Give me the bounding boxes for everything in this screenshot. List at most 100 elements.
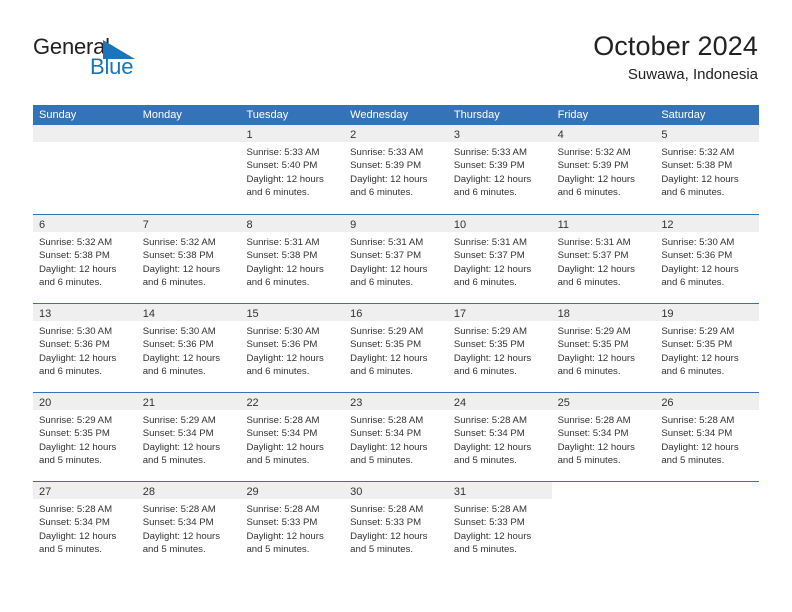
day-details: Sunrise: 5:28 AM Sunset: 5:33 PM Dayligh… — [344, 499, 448, 556]
day-number: 26 — [661, 397, 674, 409]
sunset-line: Sunset: 5:40 PM — [246, 160, 318, 172]
day-number: 24 — [453, 397, 467, 409]
day-number: 10 — [453, 219, 467, 231]
day-cell[interactable]: 19 Sunrise: 5:29 AM Sunset: 5:35 PM Dayl… — [655, 304, 760, 392]
sunrise-line: Sunrise: 5:31 AM — [557, 237, 631, 248]
sunrise-line: Sunrise: 5:30 AM — [39, 326, 113, 337]
daylight-line-1: Daylight: 12 hours — [661, 263, 739, 275]
day-cell[interactable]: 23 Sunrise: 5:28 AM Sunset: 5:34 PM Dayl… — [344, 393, 448, 481]
day-cell[interactable]: 4 Sunrise: 5:32 AM Sunset: 5:39 PM Dayli… — [551, 125, 656, 214]
title-block: October 2024 Suwawa, Indonesia — [593, 30, 758, 84]
sunset-line: Sunset: 5:39 PM — [557, 160, 629, 172]
sunrise-line: Sunrise: 5:28 AM — [557, 415, 631, 426]
day-number-band: 29 — [240, 482, 345, 499]
day-number-band: 23 — [344, 393, 448, 410]
day-cell[interactable]: 7 Sunrise: 5:32 AM Sunset: 5:38 PM Dayli… — [136, 215, 241, 303]
daylight-line-2: and 6 minutes. — [661, 276, 725, 288]
day-cell[interactable]: 11 Sunrise: 5:31 AM Sunset: 5:37 PM Dayl… — [551, 215, 656, 303]
day-number-band: 28 — [136, 482, 241, 499]
day-details: Sunrise: 5:28 AM Sunset: 5:34 PM Dayligh… — [137, 499, 241, 556]
daylight-line-1: Daylight: 12 hours — [350, 173, 428, 185]
day-cell[interactable]: 5 Sunrise: 5:32 AM Sunset: 5:38 PM Dayli… — [655, 125, 760, 214]
week-row: 13 Sunrise: 5:30 AM Sunset: 5:36 PM Dayl… — [33, 303, 760, 392]
day-cell[interactable]: 28 Sunrise: 5:28 AM Sunset: 5:34 PM Dayl… — [136, 482, 241, 570]
day-number-band: 20 — [33, 393, 137, 410]
day-cell[interactable] — [33, 125, 137, 214]
sunset-line: Sunset: 5:34 PM — [142, 428, 214, 440]
day-details: Sunrise: 5:31 AM Sunset: 5:37 PM Dayligh… — [552, 232, 656, 289]
day-details: Sunrise: 5:31 AM Sunset: 5:37 PM Dayligh… — [344, 232, 448, 289]
weekday-header-monday: Monday — [142, 109, 182, 121]
day-cell[interactable]: 27 Sunrise: 5:28 AM Sunset: 5:34 PM Dayl… — [33, 482, 137, 570]
day-cell[interactable]: 6 Sunrise: 5:32 AM Sunset: 5:38 PM Dayli… — [33, 215, 137, 303]
day-details: Sunrise: 5:30 AM Sunset: 5:36 PM Dayligh… — [655, 232, 759, 289]
daylight-line-1: Daylight: 12 hours — [350, 530, 428, 542]
daylight-line-1: Daylight: 12 hours — [661, 173, 739, 185]
day-details: Sunrise: 5:32 AM Sunset: 5:38 PM Dayligh… — [137, 232, 241, 289]
day-details: Sunrise: 5:28 AM Sunset: 5:34 PM Dayligh… — [344, 410, 448, 467]
daylight-line-1: Daylight: 12 hours — [39, 441, 117, 453]
day-cell[interactable] — [136, 125, 241, 214]
daylight-line-2: and 6 minutes. — [246, 186, 310, 198]
day-number: 23 — [350, 397, 363, 409]
day-cell[interactable]: 10 Sunrise: 5:31 AM Sunset: 5:37 PM Dayl… — [447, 215, 552, 303]
sunrise-line: Sunrise: 5:28 AM — [142, 504, 216, 515]
day-number-band — [33, 125, 137, 142]
day-number: 1 — [246, 129, 253, 141]
day-cell[interactable]: 22 Sunrise: 5:28 AM Sunset: 5:34 PM Dayl… — [240, 393, 345, 481]
day-details: Sunrise: 5:33 AM Sunset: 5:40 PM Dayligh… — [240, 142, 344, 199]
sunrise-line: Sunrise: 5:33 AM — [453, 147, 527, 158]
day-cell[interactable]: 12 Sunrise: 5:30 AM Sunset: 5:36 PM Dayl… — [655, 215, 760, 303]
day-cell[interactable] — [655, 482, 760, 570]
day-number: 18 — [557, 308, 570, 320]
sunrise-line: Sunrise: 5:28 AM — [350, 415, 424, 426]
daylight-line-2: and 6 minutes. — [142, 365, 206, 377]
daylight-line-2: and 6 minutes. — [142, 276, 206, 288]
daylight-line-1: Daylight: 12 hours — [350, 441, 428, 453]
day-number: 27 — [39, 486, 52, 498]
day-cell[interactable] — [551, 482, 656, 570]
day-cell[interactable]: 25 Sunrise: 5:28 AM Sunset: 5:34 PM Dayl… — [551, 393, 656, 481]
day-cell[interactable]: 1 Sunrise: 5:33 AM Sunset: 5:40 PM Dayli… — [240, 125, 345, 214]
day-cell[interactable]: 2 Sunrise: 5:33 AM Sunset: 5:39 PM Dayli… — [344, 125, 448, 214]
sunrise-line: Sunrise: 5:33 AM — [246, 147, 320, 158]
day-cell[interactable]: 14 Sunrise: 5:30 AM Sunset: 5:36 PM Dayl… — [136, 304, 241, 392]
day-cell[interactable]: 17 Sunrise: 5:29 AM Sunset: 5:35 PM Dayl… — [447, 304, 552, 392]
sunrise-line: Sunrise: 5:30 AM — [246, 326, 320, 337]
day-number: 8 — [246, 219, 253, 231]
day-cell[interactable]: 3 Sunrise: 5:33 AM Sunset: 5:39 PM Dayli… — [447, 125, 552, 214]
daylight-line-2: and 6 minutes. — [350, 276, 414, 288]
day-cell[interactable]: 15 Sunrise: 5:30 AM Sunset: 5:36 PM Dayl… — [240, 304, 345, 392]
day-cell[interactable]: 29 Sunrise: 5:28 AM Sunset: 5:33 PM Dayl… — [240, 482, 345, 570]
week-row: 1 Sunrise: 5:33 AM Sunset: 5:40 PM Dayli… — [33, 125, 760, 214]
day-cell[interactable]: 21 Sunrise: 5:29 AM Sunset: 5:34 PM Dayl… — [136, 393, 241, 481]
sunset-line: Sunset: 5:37 PM — [350, 250, 422, 262]
day-cell[interactable]: 16 Sunrise: 5:29 AM Sunset: 5:35 PM Dayl… — [344, 304, 448, 392]
day-cell[interactable]: 30 Sunrise: 5:28 AM Sunset: 5:33 PM Dayl… — [344, 482, 448, 570]
sunset-line: Sunset: 5:38 PM — [661, 160, 733, 172]
sunrise-line: Sunrise: 5:28 AM — [661, 415, 735, 426]
day-details: Sunrise: 5:28 AM Sunset: 5:34 PM Dayligh… — [33, 499, 137, 556]
day-cell[interactable]: 26 Sunrise: 5:28 AM Sunset: 5:34 PM Dayl… — [655, 393, 760, 481]
day-cell[interactable]: 13 Sunrise: 5:30 AM Sunset: 5:36 PM Dayl… — [33, 304, 137, 392]
day-cell[interactable]: 9 Sunrise: 5:31 AM Sunset: 5:37 PM Dayli… — [344, 215, 448, 303]
daylight-line-2: and 5 minutes. — [246, 454, 310, 466]
sunrise-line: Sunrise: 5:32 AM — [39, 237, 113, 248]
sunset-line: Sunset: 5:38 PM — [39, 250, 110, 262]
day-details: Sunrise: 5:30 AM Sunset: 5:36 PM Dayligh… — [137, 321, 241, 378]
day-cell[interactable]: 20 Sunrise: 5:29 AM Sunset: 5:35 PM Dayl… — [33, 393, 137, 481]
calendar-page: General Blue October 2024 Suwawa, Indone… — [0, 0, 792, 612]
daylight-line-2: and 6 minutes. — [39, 276, 102, 288]
sunrise-line: Sunrise: 5:28 AM — [350, 504, 424, 515]
day-cell[interactable]: 31 Sunrise: 5:28 AM Sunset: 5:33 PM Dayl… — [447, 482, 552, 570]
day-cell[interactable]: 8 Sunrise: 5:31 AM Sunset: 5:38 PM Dayli… — [240, 215, 345, 303]
day-cell[interactable]: 18 Sunrise: 5:29 AM Sunset: 5:35 PM Dayl… — [551, 304, 656, 392]
day-details: Sunrise: 5:29 AM Sunset: 5:35 PM Dayligh… — [33, 410, 137, 467]
day-number: 7 — [142, 219, 149, 231]
day-number: 15 — [246, 308, 259, 320]
day-number-band: 10 — [447, 215, 552, 232]
page-title: October 2024 — [593, 31, 758, 61]
sunset-line: Sunset: 5:34 PM — [350, 428, 422, 440]
day-cell[interactable]: 24 Sunrise: 5:28 AM Sunset: 5:34 PM Dayl… — [447, 393, 552, 481]
weekday-header-row: Sunday Monday Tuesday Wednesday Thursday… — [33, 105, 759, 125]
